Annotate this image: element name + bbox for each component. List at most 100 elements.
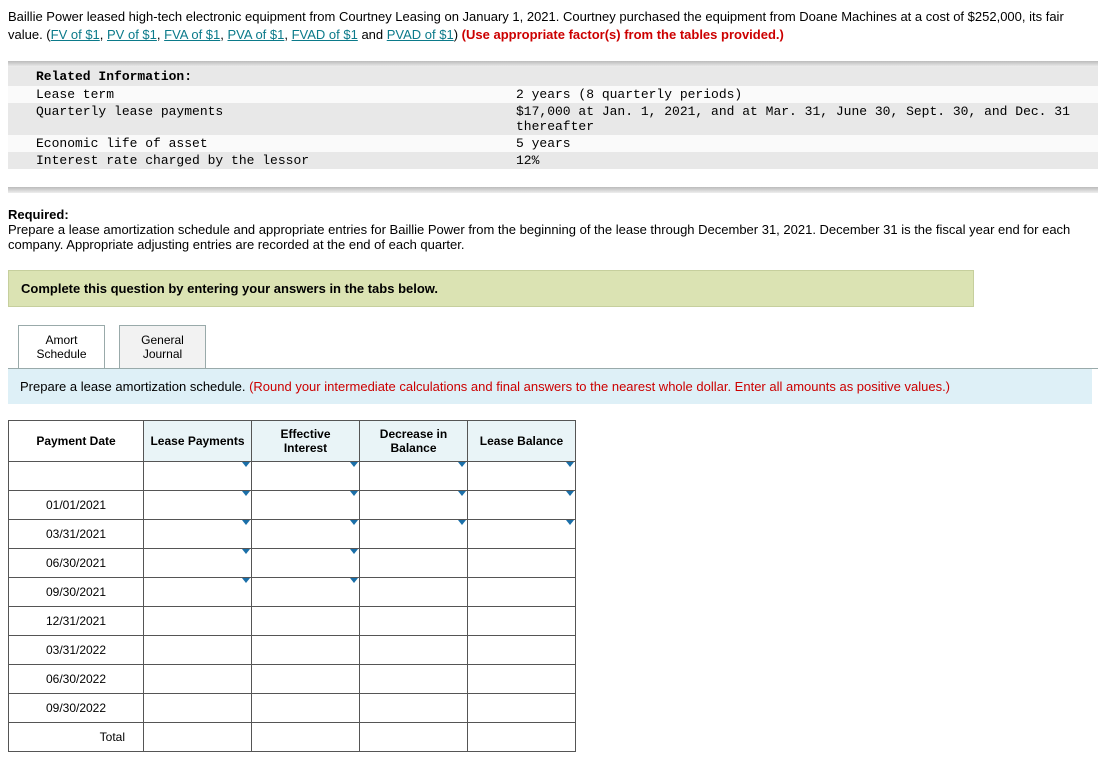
- schedule-input-cell[interactable]: [360, 665, 468, 694]
- required-body: Prepare a lease amortization schedule an…: [8, 222, 1070, 252]
- table-row: 09/30/2022: [9, 694, 576, 723]
- schedule-input-cell[interactable]: [252, 607, 360, 636]
- problem-statement: Baillie Power leased high-tech electroni…: [8, 8, 1088, 43]
- schedule-input-cell[interactable]: [252, 636, 360, 665]
- schedule-input-cell[interactable]: [144, 636, 252, 665]
- link-pva[interactable]: PVA of $1: [228, 27, 285, 42]
- schedule-input-cell[interactable]: [468, 549, 576, 578]
- schedule-input-cell[interactable]: [144, 491, 252, 520]
- total-row: Total: [9, 723, 576, 752]
- schedule-input-cell[interactable]: [252, 520, 360, 549]
- payment-date-cell: 03/31/2021: [9, 520, 144, 549]
- info-value: 5 years: [516, 135, 1098, 152]
- factor-links: FV of $1, PV of $1, FVA of $1, PVA of $1…: [51, 27, 454, 42]
- schedule-input-cell[interactable]: [252, 665, 360, 694]
- col-effective-interest: Effective Interest: [252, 421, 360, 462]
- divider: [8, 187, 1098, 193]
- use-factors-note: (Use appropriate factor(s) from the tabl…: [462, 27, 784, 42]
- schedule-input-cell[interactable]: [468, 607, 576, 636]
- info-row: Quarterly lease payments$17,000 at Jan. …: [8, 103, 1098, 135]
- payment-date-cell: 06/30/2021: [9, 549, 144, 578]
- schedule-input-cell[interactable]: [144, 520, 252, 549]
- schedule-input-cell[interactable]: [252, 694, 360, 723]
- payment-date-cell: 12/31/2021: [9, 607, 144, 636]
- schedule-input-cell[interactable]: [144, 462, 252, 491]
- schedule-input-cell[interactable]: [360, 578, 468, 607]
- tab-instruction: Prepare a lease amortization schedule. (…: [8, 369, 1092, 404]
- col-lease-balance: Lease Balance: [468, 421, 576, 462]
- schedule-input-cell[interactable]: [360, 520, 468, 549]
- link-fvad[interactable]: FVAD of $1: [292, 27, 358, 42]
- schedule-input-cell[interactable]: [252, 578, 360, 607]
- schedule-input-cell[interactable]: [252, 462, 360, 491]
- info-label: Interest rate charged by the lessor: [8, 152, 516, 169]
- payment-date-cell: [9, 462, 144, 491]
- table-row: 12/31/2021: [9, 607, 576, 636]
- schedule-input-cell[interactable]: [144, 607, 252, 636]
- required-title: Required:: [8, 207, 1098, 222]
- schedule-input-cell[interactable]: [144, 694, 252, 723]
- schedule-input-cell[interactable]: [468, 491, 576, 520]
- tab-general-journal[interactable]: General Journal: [119, 325, 206, 368]
- schedule-input-cell[interactable]: [468, 636, 576, 665]
- payment-date-cell: 01/01/2021: [9, 491, 144, 520]
- payment-date-cell: 09/30/2021: [9, 578, 144, 607]
- link-pv[interactable]: PV of $1: [107, 27, 157, 42]
- link-pvad[interactable]: PVAD of $1: [387, 27, 454, 42]
- payment-date-cell: 03/31/2022: [9, 636, 144, 665]
- info-row: Interest rate charged by the lessor12%: [8, 152, 1098, 169]
- info-value: 12%: [516, 152, 1098, 169]
- schedule-input-cell[interactable]: [144, 578, 252, 607]
- info-row: Economic life of asset5 years: [8, 135, 1098, 152]
- answer-tabs: Amort Schedule General Journal: [18, 325, 1098, 368]
- schedule-input-cell[interactable]: [468, 694, 576, 723]
- total-lease-balance[interactable]: [468, 723, 576, 752]
- schedule-input-cell[interactable]: [468, 462, 576, 491]
- col-lease-payments: Lease Payments: [144, 421, 252, 462]
- info-label: Lease term: [8, 86, 516, 103]
- col-payment-date: Payment Date: [9, 421, 144, 462]
- required-section: Required: Prepare a lease amortization s…: [8, 207, 1098, 252]
- table-row: 03/31/2021: [9, 520, 576, 549]
- info-label: Quarterly lease payments: [8, 103, 516, 120]
- schedule-input-cell[interactable]: [360, 636, 468, 665]
- col-decrease-balance: Decrease in Balance: [360, 421, 468, 462]
- link-fva[interactable]: FVA of $1: [164, 27, 220, 42]
- schedule-input-cell[interactable]: [360, 607, 468, 636]
- info-label: Economic life of asset: [8, 135, 516, 152]
- link-fv[interactable]: FV of $1: [51, 27, 100, 42]
- schedule-input-cell[interactable]: [468, 578, 576, 607]
- table-row: 09/30/2021: [9, 578, 576, 607]
- schedule-input-cell[interactable]: [360, 491, 468, 520]
- amortization-schedule-table: Payment Date Lease Payments Effective In…: [8, 420, 576, 752]
- instruction-bar: Complete this question by entering your …: [8, 270, 974, 307]
- payment-date-cell: 06/30/2022: [9, 665, 144, 694]
- total-effective-interest[interactable]: [252, 723, 360, 752]
- info-value: $17,000 at Jan. 1, 2021, and at Mar. 31,…: [516, 103, 1098, 135]
- payment-date-cell: 09/30/2022: [9, 694, 144, 723]
- total-decrease-balance[interactable]: [360, 723, 468, 752]
- rounding-note: (Round your intermediate calculations an…: [249, 379, 950, 394]
- schedule-input-cell[interactable]: [468, 665, 576, 694]
- schedule-input-cell[interactable]: [252, 549, 360, 578]
- total-lease-payments[interactable]: [144, 723, 252, 752]
- schedule-input-cell[interactable]: [144, 665, 252, 694]
- related-info-header: Related Information:: [8, 67, 1098, 86]
- schedule-input-cell[interactable]: [468, 520, 576, 549]
- total-label: Total: [9, 723, 144, 752]
- schedule-input-cell[interactable]: [360, 462, 468, 491]
- table-row: 06/30/2022: [9, 665, 576, 694]
- schedule-input-cell[interactable]: [360, 549, 468, 578]
- info-value: 2 years (8 quarterly periods): [516, 86, 1098, 103]
- schedule-input-cell[interactable]: [360, 694, 468, 723]
- related-info-table: Related Information: Lease term2 years (…: [8, 67, 1098, 169]
- schedule-input-cell[interactable]: [144, 549, 252, 578]
- table-row: 01/01/2021: [9, 491, 576, 520]
- tab-panel: Prepare a lease amortization schedule. (…: [8, 368, 1098, 752]
- table-row: 06/30/2021: [9, 549, 576, 578]
- schedule-input-cell[interactable]: [252, 491, 360, 520]
- info-row: Lease term2 years (8 quarterly periods): [8, 86, 1098, 103]
- tab-amort-schedule[interactable]: Amort Schedule: [18, 325, 105, 368]
- table-row: [9, 462, 576, 491]
- table-row: 03/31/2022: [9, 636, 576, 665]
